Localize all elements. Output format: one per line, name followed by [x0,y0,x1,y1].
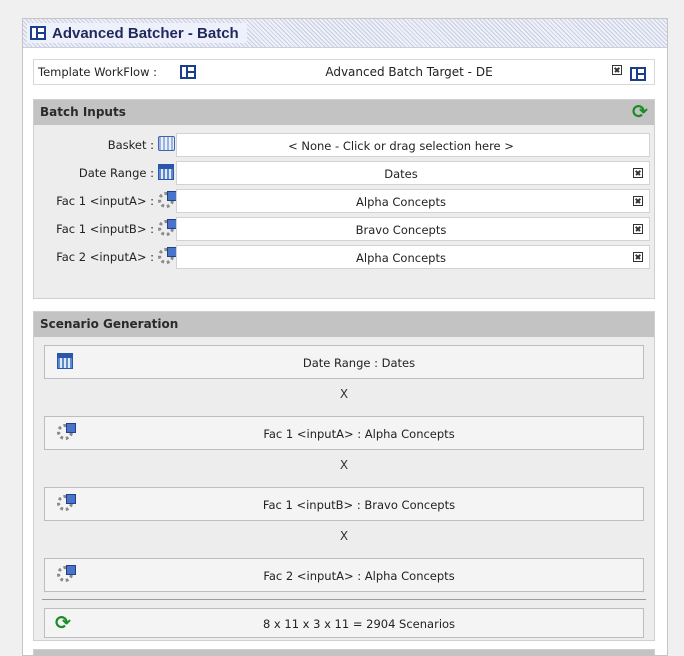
input-row-date-range: Date Range : Dates [34,160,654,186]
input-value-box[interactable]: Alpha Concepts [176,189,650,213]
close-icon[interactable] [612,65,622,75]
input-row-fac1-inputa: Fac 1 <inputA> : Alpha Concepts [34,188,654,214]
batch-settings-panel-header [33,649,655,655]
workflow-icon [30,26,46,40]
calendar-icon [158,164,174,180]
input-row-basket: Basket : < None - Click or drag selectio… [34,132,654,158]
input-label: Fac 1 <inputB> : [56,222,154,236]
scenario-dimension-label: Fac 2 <inputA> : Alpha Concepts [263,569,455,583]
multiply-sign: X [339,387,349,401]
multiply-sign: X [339,529,349,543]
remove-icon[interactable] [633,224,643,234]
open-workflow-icon[interactable] [630,67,646,81]
scenario-generation-title: Scenario Generation [40,317,179,331]
gear-icon [158,191,177,208]
scenario-dimension-fac1-inputa[interactable]: Fac 1 <inputA> : Alpha Concepts [44,416,644,450]
scenario-dimension-label: Fac 1 <inputB> : Bravo Concepts [262,498,456,512]
input-value-box[interactable]: Bravo Concepts [176,217,650,241]
input-label: Fac 2 <inputA> : [56,250,154,264]
remove-icon[interactable] [633,252,643,262]
scenario-generation-header: Scenario Generation [34,312,654,337]
input-row-fac2-inputa: Fac 2 <inputA> : Alpha Concepts [34,244,654,270]
remove-icon[interactable] [633,168,643,178]
workflow-icon[interactable] [180,65,196,79]
input-label: Basket : [107,138,154,152]
batcher-window: Advanced Batcher - Batch Template WorkFl… [22,18,668,656]
remove-icon[interactable] [633,196,643,206]
gear-icon [57,494,76,511]
gear-icon [158,219,177,236]
gear-icon [158,247,177,264]
scenario-generation-panel: Scenario Generation Date Range : Dates X… [33,311,655,641]
scenario-total-label: 8 x 11 x 3 x 11 = 2904 Scenarios [262,617,456,631]
scenario-total-box: ⟳ 8 x 11 x 3 x 11 = 2904 Scenarios [44,608,644,638]
gear-icon [57,423,76,440]
basket-icon [158,136,175,151]
scenario-dimension-date-range[interactable]: Date Range : Dates [44,345,644,379]
input-value: Bravo Concepts [355,223,447,237]
multiply-sign: X [339,458,349,472]
scenario-dimension-label: Date Range : Dates [302,356,416,370]
scenario-dimension-fac2-inputa[interactable]: Fac 2 <inputA> : Alpha Concepts [44,558,644,592]
scenario-dimension-fac1-inputb[interactable]: Fac 1 <inputB> : Bravo Concepts [44,487,644,521]
calendar-icon [57,353,73,369]
input-row-fac1-inputb: Fac 1 <inputB> : Bravo Concepts [34,216,654,242]
gear-icon [57,565,76,582]
scenario-dimension-label: Fac 1 <inputA> : Alpha Concepts [263,427,455,441]
template-workflow-label: Template WorkFlow : [38,65,158,79]
window-title: Advanced Batcher - Batch [52,24,239,42]
template-workflow-row: Template WorkFlow : Advanced Batch Targe… [33,59,655,85]
input-value: Alpha Concepts [356,195,446,209]
input-value-box[interactable]: Alpha Concepts [176,245,650,269]
batch-inputs-header: Batch Inputs ⟳ [34,100,654,125]
template-workflow-value[interactable]: Advanced Batch Target - DE [204,65,614,79]
input-value-box[interactable]: Dates [176,161,650,185]
batch-inputs-panel: Batch Inputs ⟳ Basket : < None - Click o… [33,99,655,299]
divider [42,599,646,600]
input-value: Alpha Concepts [356,251,446,265]
refresh-icon[interactable]: ⟳ [630,103,650,122]
refresh-icon[interactable]: ⟳ [53,614,73,633]
title-wrap: Advanced Batcher - Batch [27,23,247,43]
input-label: Date Range : [78,166,154,180]
batch-inputs-title: Batch Inputs [40,105,126,119]
input-value: < None - Click or drag selection here > [288,139,514,153]
title-bar: Advanced Batcher - Batch [23,19,667,48]
input-value: Dates [384,167,418,181]
basket-drop-target[interactable]: < None - Click or drag selection here > [176,133,650,157]
input-label: Fac 1 <inputA> : [56,194,154,208]
